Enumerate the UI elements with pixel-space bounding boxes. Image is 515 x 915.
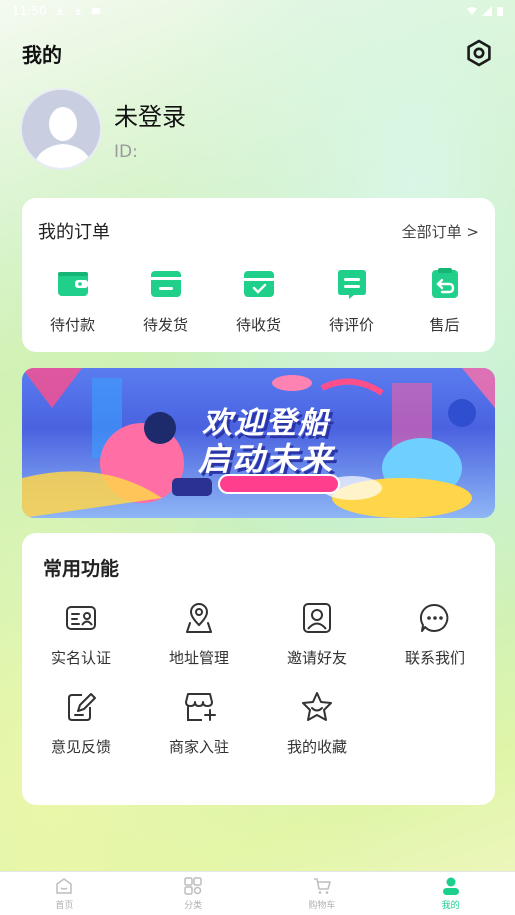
- profile-icon: [442, 877, 459, 895]
- status-bar: 11:50: [0, 0, 515, 22]
- func-label: 我的收藏: [286, 738, 347, 756]
- notification-icon: [91, 8, 100, 14]
- promo-banner[interactable]: 欢迎登船 启动未来: [22, 368, 495, 518]
- func-label: 联系我们: [404, 649, 465, 667]
- tab-cart[interactable]: 购物车: [258, 872, 387, 915]
- func-label: 意见反馈: [50, 738, 111, 756]
- func-real-name-auth[interactable]: 实名认证: [22, 601, 140, 668]
- func-address-manage[interactable]: 地址管理: [140, 601, 258, 668]
- box-check-icon: [243, 271, 274, 297]
- tab-label: 购物车: [308, 901, 336, 911]
- user-invite-icon: [303, 603, 331, 633]
- tab-category[interactable]: 分类: [129, 872, 258, 915]
- location-icon: [186, 603, 212, 633]
- status-right: [467, 6, 503, 16]
- id-card-icon: [66, 606, 96, 630]
- orders-header: 我的订单 全部订单 >: [22, 198, 495, 244]
- orders-title: 我的订单: [38, 222, 110, 243]
- status-left: 11:50: [12, 4, 101, 18]
- default-avatar-icon: [22, 90, 100, 168]
- func-invite-friends[interactable]: 邀请好友: [258, 601, 376, 668]
- order-after-sales[interactable]: 售后: [405, 266, 485, 335]
- order-pending-payment[interactable]: 待付款: [33, 266, 113, 335]
- feedback-icon: [68, 693, 96, 721]
- profile-section[interactable]: 未登录 ID:: [20, 88, 186, 170]
- func-label: 商家入驻: [168, 738, 229, 756]
- banner-cta[interactable]: [218, 474, 340, 494]
- package-icon: [150, 271, 181, 297]
- download-icon: [74, 7, 81, 15]
- order-label: 待评价: [328, 316, 374, 334]
- settings-icon: [467, 39, 491, 67]
- order-label: 待发货: [142, 316, 188, 334]
- functions-card: 常用功能 实名认证 地址管理 邀请好友 联系我们 意见反馈 商家入驻 我的收藏: [22, 533, 495, 805]
- order-label: 待付款: [49, 316, 95, 334]
- order-status-row: 待付款 待发货 待收货 待评价 售后: [22, 266, 495, 335]
- tab-profile[interactable]: 我的: [386, 872, 515, 915]
- func-my-favorites[interactable]: 我的收藏: [258, 690, 376, 757]
- user-id: ID:: [114, 141, 138, 162]
- download-icon: [56, 7, 63, 15]
- functions-title: 常用功能: [43, 558, 120, 580]
- home-icon: [56, 878, 73, 894]
- func-label: 邀请好友: [286, 649, 347, 667]
- order-label: 待收货: [235, 316, 281, 334]
- func-feedback[interactable]: 意见反馈: [22, 690, 140, 757]
- profile-info: 未登录 ID:: [114, 97, 186, 162]
- func-contact-us[interactable]: 联系我们: [376, 601, 494, 668]
- tab-label: 首页: [55, 901, 74, 911]
- status-time: 11:50: [12, 4, 47, 18]
- bottom-tab-bar: 首页 分类 购物车 我的: [0, 871, 515, 915]
- func-label: 实名认证: [50, 649, 111, 667]
- order-label: 售后: [429, 316, 460, 334]
- wallet-icon: [57, 272, 88, 296]
- page-title: 我的: [22, 42, 62, 67]
- tab-label: 分类: [184, 901, 203, 911]
- functions-grid: 实名认证 地址管理 邀请好友 联系我们 意见反馈 商家入驻 我的收藏: [22, 601, 495, 757]
- orders-card: 我的订单 全部订单 > 待付款 待发货 待收货 待评价 售后: [22, 198, 495, 352]
- return-icon: [431, 268, 458, 298]
- func-merchant-join[interactable]: 商家入驻: [140, 690, 258, 757]
- signal-icon: [482, 6, 492, 16]
- order-pending-receipt[interactable]: 待收货: [219, 266, 299, 335]
- tab-home[interactable]: 首页: [0, 872, 129, 915]
- avatar[interactable]: [20, 88, 102, 170]
- battery-icon: [497, 7, 503, 16]
- star-icon: [302, 692, 332, 721]
- all-orders-link[interactable]: 全部订单 >: [402, 221, 479, 242]
- order-pending-shipment[interactable]: 待发货: [126, 266, 206, 335]
- cart-icon: [313, 878, 331, 894]
- category-icon: [184, 877, 202, 895]
- wifi-icon: [467, 7, 477, 15]
- chat-icon: [419, 603, 449, 632]
- tab-label: 我的: [441, 901, 460, 911]
- comment-icon: [337, 270, 366, 299]
- func-label: 地址管理: [168, 649, 229, 667]
- login-status[interactable]: 未登录: [114, 97, 186, 132]
- order-pending-review[interactable]: 待评价: [312, 266, 392, 335]
- settings-button[interactable]: [465, 39, 493, 67]
- header: 我的: [22, 38, 493, 68]
- store-icon: [185, 693, 216, 721]
